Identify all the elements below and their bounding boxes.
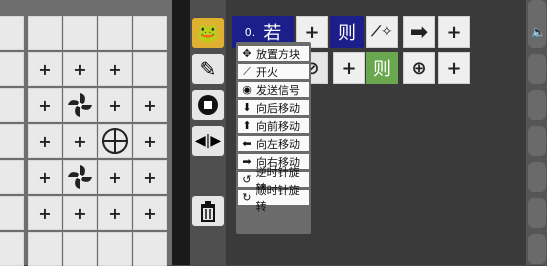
speaker-icon: 🔈 — [531, 25, 546, 39]
menu-item[interactable]: ⬆ 向前移动 — [238, 118, 309, 133]
step-button[interactable]: ◀|▶ — [192, 126, 224, 156]
grid-cell[interactable]: + — [133, 124, 167, 158]
sound-button[interactable]: 🔈 — [528, 18, 546, 48]
grid-cell[interactable]: + — [98, 52, 132, 86]
grid-cell[interactable] — [0, 16, 24, 50]
grid-cell[interactable] — [0, 160, 24, 194]
grid-cell[interactable]: + — [133, 160, 167, 194]
rule-index: 0. — [244, 25, 256, 39]
grid-cell[interactable]: + — [28, 52, 62, 86]
wand-icon: ⟋ — [243, 64, 251, 78]
grid-cell[interactable]: + — [63, 52, 97, 86]
signal-icon: ◉ — [242, 83, 252, 96]
grid-cell[interactable]: + — [28, 88, 62, 122]
grid-cell[interactable] — [98, 124, 132, 158]
menu-item[interactable]: ✥ 放置方块 — [238, 46, 309, 61]
menu-item-label: 开火 — [256, 65, 278, 79]
trash-icon — [201, 201, 215, 222]
then-label: 则 — [338, 23, 356, 44]
grid-cell[interactable] — [28, 232, 62, 266]
grid-cell[interactable] — [63, 16, 97, 50]
arrow-down-icon: ⬇ — [242, 101, 252, 114]
grid-cell[interactable]: + — [98, 88, 132, 122]
fan-icon — [68, 93, 92, 117]
grid-cell[interactable]: + — [98, 196, 132, 230]
right-tool-3[interactable] — [528, 54, 546, 84]
grid-cell[interactable] — [133, 232, 167, 266]
grid-cell[interactable] — [63, 88, 97, 122]
rotate-ccw-icon: ↺ — [242, 173, 252, 186]
arrow-left-icon: ⬅ — [242, 137, 252, 150]
grid-cell[interactable]: + — [28, 160, 62, 194]
menu-item-label: 向前移动 — [256, 119, 300, 133]
right-tool-6[interactable] — [528, 162, 546, 192]
grid-cell[interactable] — [28, 16, 62, 50]
then-label-2: 则 — [373, 59, 391, 80]
grid-cell[interactable]: + — [28, 196, 62, 230]
move-icon: ✥ — [242, 47, 252, 60]
grid-cell[interactable] — [0, 124, 24, 158]
grid-cell[interactable] — [133, 52, 167, 86]
menu-item[interactable]: ↻ 顺时针旋转 — [238, 184, 309, 213]
grid-cell[interactable]: + — [98, 160, 132, 194]
action-add-slot-1[interactable]: + — [438, 16, 470, 48]
frog-avatar-button[interactable]: 🐸 — [192, 18, 224, 48]
stop-button[interactable] — [192, 90, 224, 120]
grid-cell[interactable] — [0, 196, 24, 230]
right-tool-8[interactable] — [528, 234, 546, 264]
menu-item[interactable]: ◉ 发送信号 — [238, 82, 309, 97]
menu-item-label: 向后移动 — [256, 101, 300, 115]
menu-item[interactable]: ⬅ 向左移动 — [238, 136, 309, 151]
grid-cell[interactable] — [133, 16, 167, 50]
menu-item[interactable]: ⟋ 开火 — [238, 64, 309, 79]
right-tool-7[interactable] — [528, 198, 546, 228]
frog-icon: 🐸 — [196, 22, 220, 44]
grid-cell[interactable]: + — [63, 196, 97, 230]
stop-icon — [198, 95, 218, 115]
target-action-block[interactable]: ⊕ — [403, 52, 435, 84]
game-grid: + + + + + + + + + + + + + + + + — [0, 0, 172, 266]
rotate-cw-icon: ↻ — [242, 191, 252, 204]
arrow-up-icon: ⬆ — [242, 119, 252, 132]
right-tool-5[interactable] — [528, 126, 546, 156]
grid-cell[interactable]: + — [133, 88, 167, 122]
grid-cell[interactable] — [98, 16, 132, 50]
target-icon: ⊕ — [411, 57, 427, 79]
condition-add-slot-2[interactable]: + — [333, 52, 365, 84]
grid-cell[interactable] — [0, 88, 24, 122]
grid-cell[interactable] — [63, 232, 97, 266]
wand-icon: ⟋✧ — [371, 24, 393, 40]
then-block-2[interactable]: 则 — [366, 52, 398, 84]
grid-cell[interactable] — [0, 52, 24, 86]
grid-cell[interactable] — [63, 160, 97, 194]
menu-item-label: 放置方块 — [256, 47, 300, 61]
menu-item-label: 发送信号 — [256, 83, 300, 97]
pencil-icon: ✎ — [199, 57, 217, 81]
grid-cell[interactable]: + — [28, 124, 62, 158]
menu-item-label: 顺时针旋转 — [255, 183, 300, 213]
grid-cell[interactable] — [98, 232, 132, 266]
menu-item[interactable]: ⬇ 向后移动 — [238, 100, 309, 115]
arrow-right-icon: ➡ — [409, 19, 429, 45]
fire-action-block[interactable]: ⟋✧ — [366, 16, 398, 48]
then-block[interactable]: 则 — [330, 16, 364, 48]
menu-item-label: 向左移动 — [256, 137, 300, 151]
fan-icon — [68, 165, 92, 189]
divider-panel — [172, 0, 190, 265]
grid-cell[interactable]: + — [133, 196, 167, 230]
arrow-right-icon: ➡ — [242, 155, 252, 168]
step-arrows-icon: ◀|▶ — [194, 133, 222, 149]
action-add-slot-2[interactable]: + — [438, 52, 470, 84]
move-right-action-block[interactable]: ➡ — [403, 16, 435, 48]
delete-button[interactable] — [192, 196, 224, 226]
right-tool-4[interactable] — [528, 90, 546, 120]
grid-cell[interactable]: + — [63, 124, 97, 158]
target-icon — [102, 128, 128, 154]
grid-cell[interactable] — [0, 232, 24, 266]
edit-button[interactable]: ✎ — [192, 54, 224, 84]
